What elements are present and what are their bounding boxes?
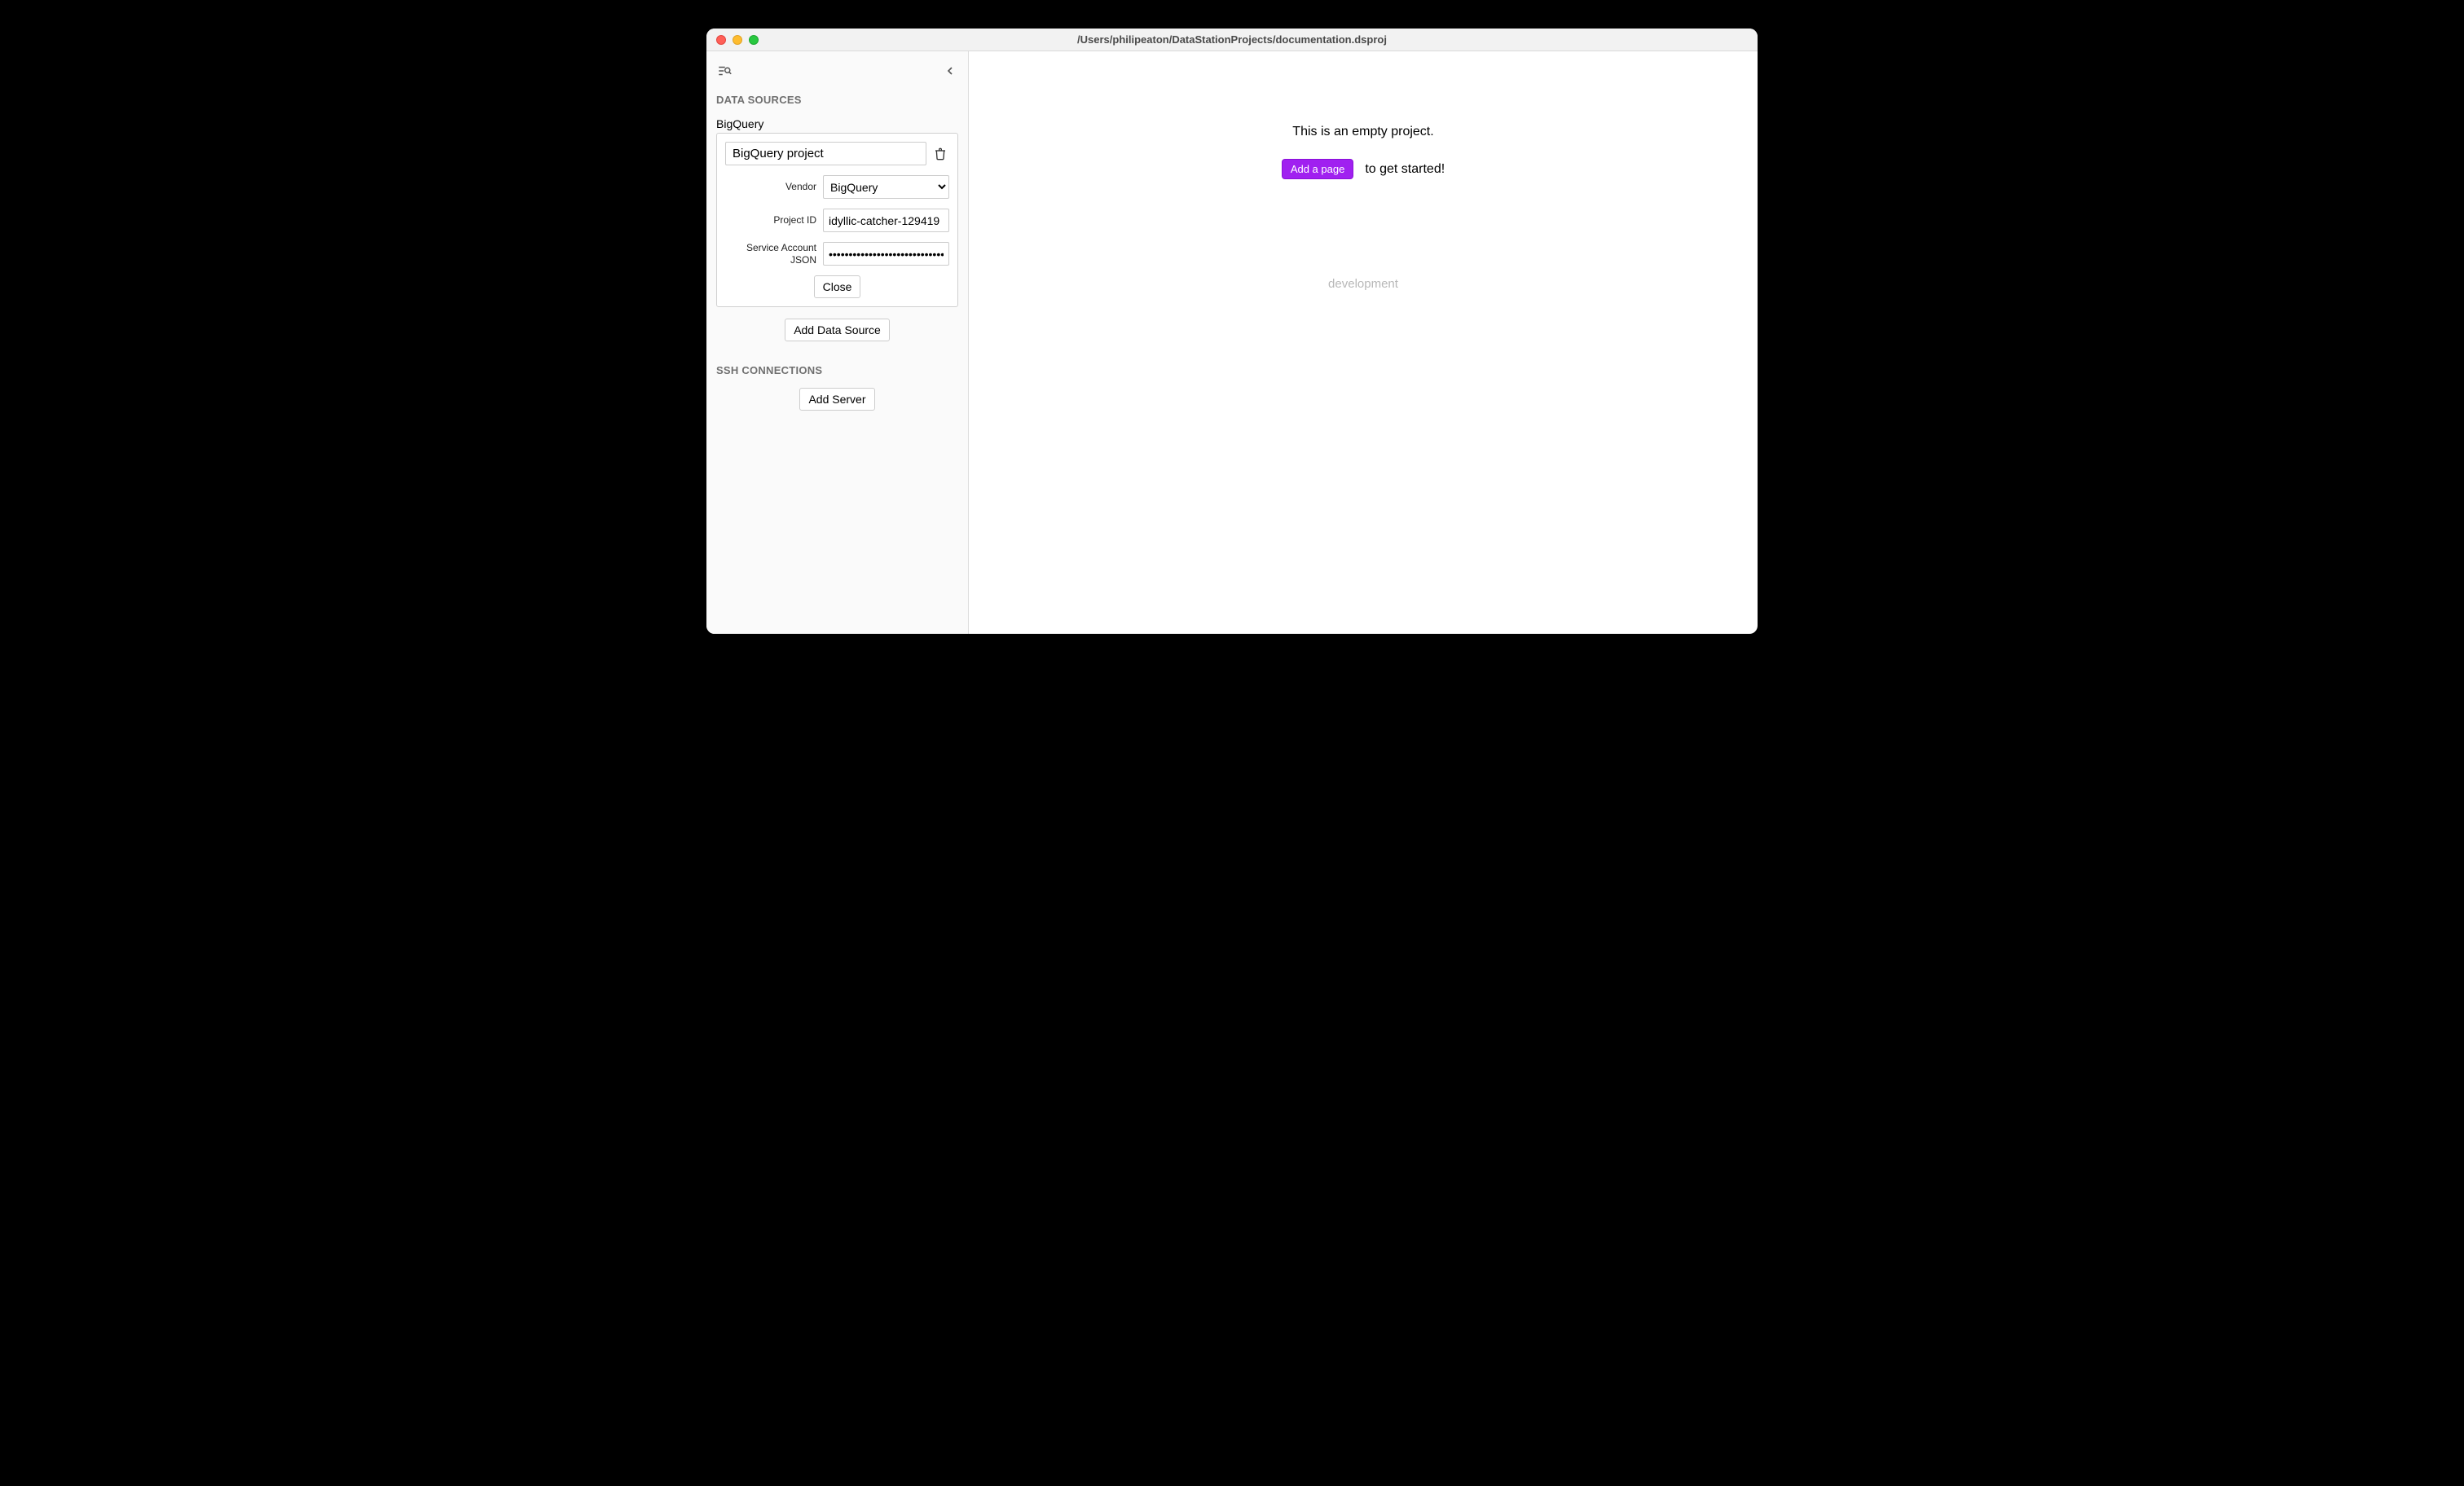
add-data-source-button[interactable]: Add Data Source xyxy=(785,319,890,341)
window-controls xyxy=(706,35,759,45)
minimize-window-button[interactable] xyxy=(733,35,742,45)
service-account-json-input[interactable] xyxy=(823,242,949,266)
project-id-input[interactable] xyxy=(823,209,949,232)
vendor-select[interactable]: BigQuery xyxy=(823,175,949,199)
data-source-name-input[interactable] xyxy=(725,142,926,165)
data-source-name-label: BigQuery xyxy=(716,117,958,130)
app-window: /Users/philipeaton/DataStationProjects/d… xyxy=(706,29,1758,634)
collapse-sidebar-icon[interactable] xyxy=(942,63,958,79)
data-source-card: Vendor BigQuery Project ID Service Accou… xyxy=(716,133,958,307)
app-body: DATA SOURCES BigQuery Vendor xyxy=(706,51,1758,634)
project-id-label: Project ID xyxy=(773,214,816,226)
environment-label: development xyxy=(1328,277,1398,291)
search-list-icon[interactable] xyxy=(716,63,733,79)
get-started-row: Add a page to get started! xyxy=(1282,159,1445,179)
window-title: /Users/philipeaton/DataStationProjects/d… xyxy=(706,33,1758,46)
close-data-source-button[interactable]: Close xyxy=(814,275,861,298)
add-server-button[interactable]: Add Server xyxy=(799,388,874,411)
ssh-connections-header: SSH CONNECTIONS xyxy=(716,364,958,376)
zoom-window-button[interactable] xyxy=(749,35,759,45)
get-started-text: to get started! xyxy=(1365,162,1445,177)
add-page-button[interactable]: Add a page xyxy=(1282,159,1354,179)
sidebar: DATA SOURCES BigQuery Vendor xyxy=(706,51,969,634)
delete-data-source-button[interactable] xyxy=(931,145,949,163)
data-sources-header: DATA SOURCES xyxy=(716,94,958,106)
vendor-label: Vendor xyxy=(785,181,816,192)
titlebar: /Users/philipeaton/DataStationProjects/d… xyxy=(706,29,1758,51)
service-account-json-label: Service Account JSON xyxy=(735,242,816,266)
empty-project-message: This is an empty project. xyxy=(1292,125,1433,139)
sidebar-top-controls xyxy=(716,63,958,79)
close-window-button[interactable] xyxy=(716,35,726,45)
main-content: This is an empty project. Add a page to … xyxy=(969,51,1758,634)
